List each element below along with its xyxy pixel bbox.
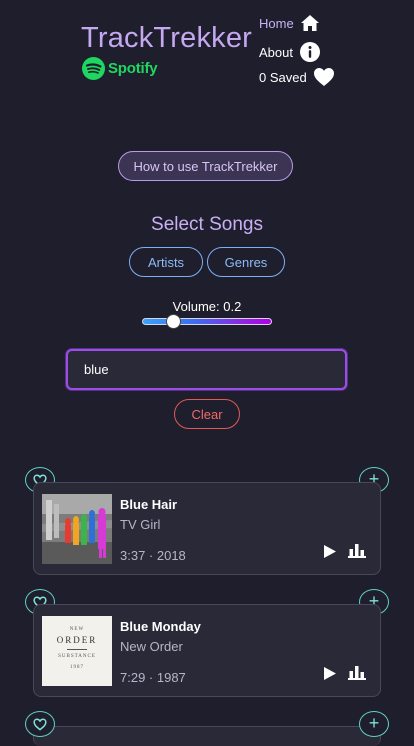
- song-card: NEW ORDER SUBSTANCE 1987 Blue Monday New…: [33, 604, 381, 697]
- cover-text-line3: SUBSTANCE: [58, 654, 96, 659]
- nav-about-label[interactable]: About: [259, 45, 293, 60]
- add-song-button[interactable]: +: [359, 711, 389, 737]
- spotify-logo: Spotify: [82, 57, 158, 80]
- spotify-wordmark: Spotify: [108, 60, 158, 77]
- song-title: Blue Monday: [120, 619, 201, 634]
- clear-button[interactable]: Clear: [174, 399, 240, 429]
- volume-label: Volume: 0.2: [172, 299, 242, 314]
- song-title: Blue Hair: [120, 497, 178, 512]
- info-icon[interactable]: [299, 41, 321, 63]
- spotify-icon: [82, 57, 105, 80]
- cover-divider: [67, 649, 87, 650]
- saved-count-label[interactable]: 0 Saved: [259, 70, 307, 85]
- cover-text-line2: ORDER: [56, 635, 98, 645]
- heart-outline-icon[interactable]: [33, 718, 47, 731]
- volume-slider-thumb[interactable]: [165, 314, 181, 329]
- album-cover-blue-monday: NEW ORDER SUBSTANCE 1987: [42, 616, 112, 686]
- home-icon[interactable]: [300, 14, 320, 32]
- how-to-button[interactable]: How to use TrackTrekker: [118, 151, 293, 181]
- bar-chart-icon[interactable]: [348, 543, 366, 560]
- artists-button[interactable]: Artists: [129, 247, 203, 277]
- album-cover-blue-hair: [42, 494, 112, 564]
- app-title: TrackTrekker: [81, 22, 253, 54]
- nav-home[interactable]: Home: [259, 14, 320, 32]
- genres-button[interactable]: Genres: [207, 247, 285, 277]
- song-artist: New Order: [120, 639, 183, 654]
- song-artist: TV Girl: [120, 517, 161, 532]
- save-song-button[interactable]: [25, 711, 55, 737]
- song-card: Blue Hair TV Girl 3:37 · 2018: [33, 482, 381, 575]
- song-duration-year: 3:37 · 2018: [120, 548, 186, 563]
- play-icon[interactable]: [323, 666, 337, 681]
- nav-about[interactable]: About: [259, 41, 321, 63]
- nav-home-label[interactable]: Home: [259, 16, 294, 31]
- cover-text-line4: 1987: [70, 665, 84, 670]
- song-card: [33, 726, 381, 746]
- plus-icon[interactable]: +: [369, 714, 380, 732]
- select-songs-heading: Select Songs: [151, 214, 263, 235]
- bar-chart-icon[interactable]: [348, 665, 366, 682]
- nav-saved[interactable]: 0 Saved: [259, 67, 335, 87]
- volume-slider[interactable]: [142, 318, 272, 325]
- play-icon[interactable]: [323, 544, 337, 559]
- cover-text-line1: NEW: [69, 627, 85, 632]
- heart-icon[interactable]: [313, 67, 335, 87]
- search-input[interactable]: [66, 349, 347, 390]
- song-duration-year: 7:29 · 1987: [120, 670, 186, 685]
